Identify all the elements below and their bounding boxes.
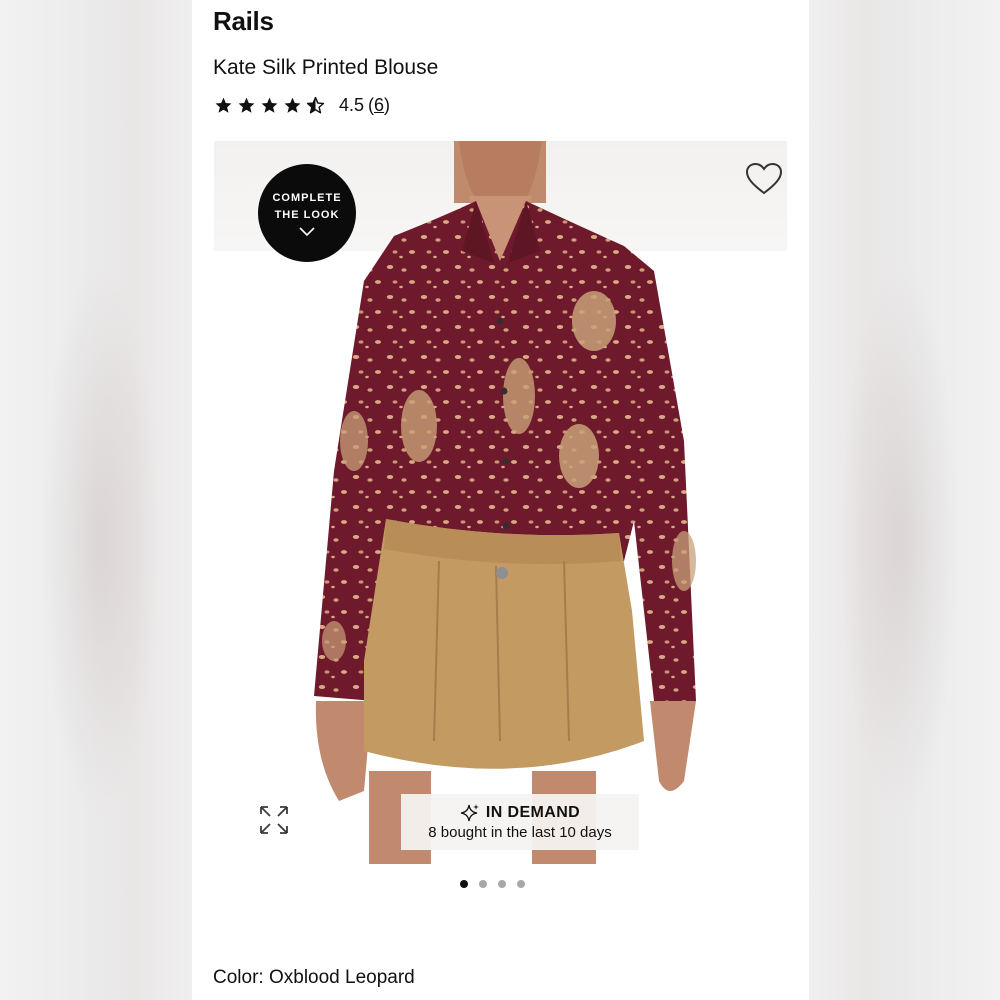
complete-look-line1: COMPLETE bbox=[272, 191, 342, 204]
carousel-dot[interactable] bbox=[498, 880, 506, 888]
complete-the-look-button[interactable]: COMPLETE THE LOOK bbox=[258, 164, 356, 262]
background-blur-left bbox=[0, 0, 192, 1000]
carousel-dots bbox=[460, 880, 525, 888]
complete-look-line2: THE LOOK bbox=[274, 208, 340, 221]
star-icon bbox=[261, 97, 278, 113]
in-demand-title: IN DEMAND bbox=[485, 804, 581, 821]
color-value: Oxblood Leopard bbox=[268, 967, 415, 988]
color-label: Color: bbox=[213, 967, 264, 988]
product-title: Kate Silk Printed Blouse bbox=[213, 56, 439, 79]
sparkle-icon bbox=[460, 804, 479, 822]
star-icon bbox=[284, 97, 301, 113]
review-count-link[interactable]: (6) bbox=[368, 95, 390, 116]
rating-value: 4.5 bbox=[339, 94, 365, 115]
brand-name[interactable]: Rails bbox=[213, 6, 274, 37]
in-demand-subtitle: 8 bought in the last 10 days bbox=[428, 824, 612, 841]
heart-icon[interactable] bbox=[744, 161, 784, 197]
half-star-icon bbox=[306, 96, 325, 113]
product-panel: Rails Kate Silk Printed Blouse 4.5 (6) C… bbox=[192, 0, 809, 1000]
product-rating[interactable]: 4.5 (6) bbox=[214, 93, 390, 117]
chevron-down-icon bbox=[299, 226, 315, 236]
carousel-dot[interactable] bbox=[479, 880, 487, 888]
in-demand-badge: IN DEMAND 8 bought in the last 10 days bbox=[401, 794, 639, 850]
background-blur-right bbox=[808, 0, 1000, 1000]
star-icon bbox=[215, 97, 232, 113]
carousel-dot[interactable] bbox=[460, 880, 468, 888]
star-icon bbox=[238, 97, 255, 113]
product-image[interactable]: COMPLETE THE LOOK IN DEMAND 8 bought in … bbox=[214, 141, 787, 864]
review-count[interactable]: 6 bbox=[374, 95, 384, 115]
expand-icon[interactable] bbox=[257, 803, 291, 837]
rating-stars bbox=[214, 96, 325, 115]
carousel-dot[interactable] bbox=[517, 880, 525, 888]
color-selector-label: Color: Oxblood Leopard bbox=[213, 967, 415, 989]
